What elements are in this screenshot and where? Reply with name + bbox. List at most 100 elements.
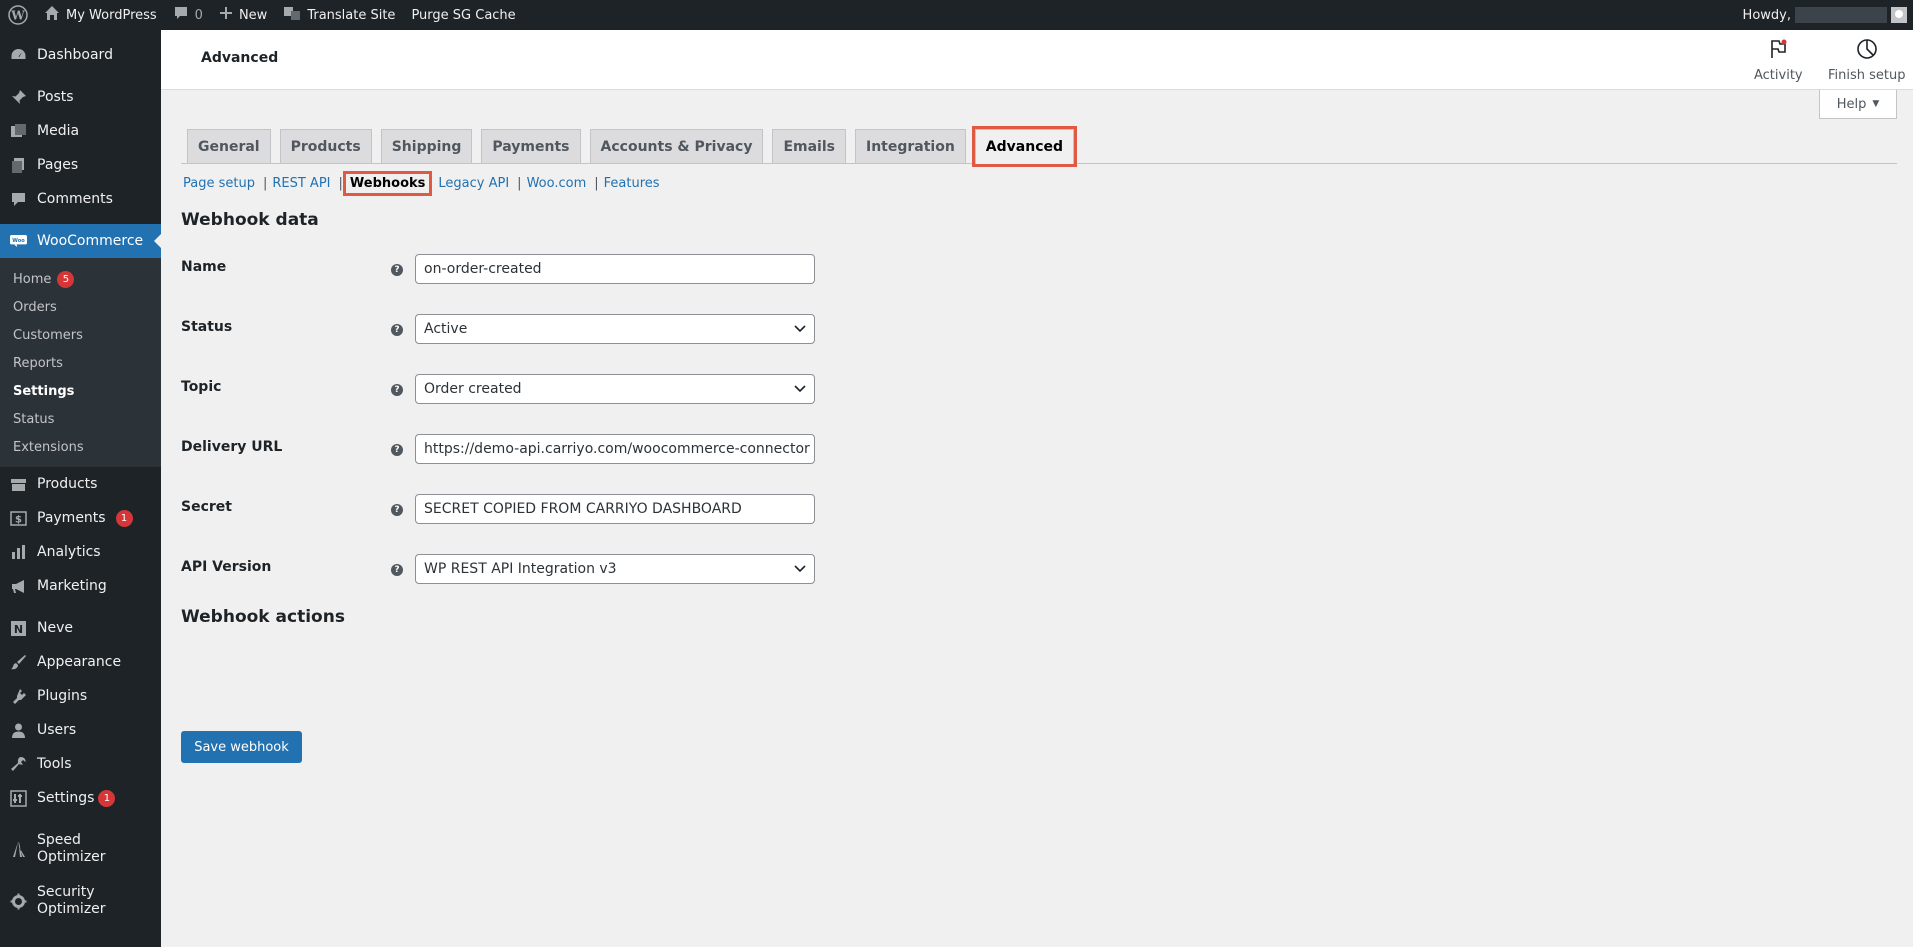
menu-marketing[interactable]: Marketing: [0, 569, 161, 603]
menu-dashboard[interactable]: Dashboard: [0, 38, 161, 72]
new-label: New: [238, 7, 268, 23]
comments-link[interactable]: 0: [165, 0, 211, 30]
menu-comments[interactable]: Comments: [0, 182, 161, 216]
submenu-home-label: Home: [13, 271, 52, 287]
submenu-orders-label: Orders: [13, 299, 57, 315]
topic-select[interactable]: Order created: [415, 374, 815, 404]
menu-woocommerce[interactable]: Woo WooCommerce: [0, 224, 162, 258]
bar-chart-icon: [10, 544, 27, 561]
save-webhook-button[interactable]: Save webhook: [181, 731, 302, 763]
subnav-features[interactable]: Features: [602, 174, 662, 193]
help-tip-icon[interactable]: ?: [391, 264, 403, 276]
tab-emails[interactable]: Emails: [772, 129, 846, 163]
menu-pages-label: Pages: [37, 157, 79, 173]
menu-products-label: Products: [37, 476, 98, 492]
api-version-select[interactable]: WP REST API Integration v3: [415, 554, 815, 584]
menu-payments[interactable]: $ Payments 1: [0, 501, 161, 535]
topic-value: Order created: [424, 381, 522, 397]
subnav-page-setup[interactable]: Page setup: [181, 174, 257, 193]
help-tip-icon[interactable]: ?: [391, 564, 403, 576]
finish-setup-label: Finish setup: [1828, 68, 1906, 83]
tab-payments[interactable]: Payments: [481, 129, 581, 163]
chevron-down-icon: [794, 381, 806, 397]
activity-label: Activity: [1754, 68, 1803, 83]
menu-users[interactable]: Users: [0, 713, 161, 747]
help-tip-icon[interactable]: ?: [391, 324, 403, 336]
tab-integration[interactable]: Integration: [854, 129, 966, 163]
translate-label: Translate Site: [307, 7, 396, 23]
purge-label: Purge SG Cache: [411, 7, 516, 23]
help-tip-icon[interactable]: ?: [391, 504, 403, 516]
menu-tools[interactable]: Tools: [0, 747, 161, 781]
translate-site-link[interactable]: Translate Site: [275, 0, 403, 30]
help-tip-icon[interactable]: ?: [391, 384, 403, 396]
payments-count-badge: 1: [115, 509, 133, 527]
menu-appearance[interactable]: Appearance: [0, 645, 161, 679]
menu-pages[interactable]: Pages: [0, 148, 161, 182]
menu-security-optimizer[interactable]: Security Optimizer: [0, 875, 161, 927]
help-button[interactable]: Help ▼: [1819, 90, 1897, 119]
megaphone-icon: [10, 578, 27, 595]
name-input[interactable]: on-order-created: [415, 254, 815, 284]
menu-products[interactable]: Products: [0, 467, 161, 501]
subnav-separator: |: [262, 176, 268, 191]
new-content-link[interactable]: New: [211, 0, 275, 30]
site-name-link[interactable]: My WordPress: [36, 0, 165, 30]
menu-settings[interactable]: Settings 1: [0, 781, 161, 815]
tab-shipping[interactable]: Shipping: [380, 129, 473, 163]
delivery-url-row: Delivery URL ? https://demo-api.carriyo.…: [181, 427, 1897, 487]
submenu-settings[interactable]: Settings: [0, 377, 161, 405]
media-icon: [10, 123, 27, 140]
woocommerce-icon: Woo: [10, 233, 27, 250]
menu-neve[interactable]: N Neve: [0, 611, 161, 645]
subnav-webhooks[interactable]: Webhooks: [342, 171, 433, 196]
menu-media[interactable]: Media: [0, 114, 161, 148]
menu-posts[interactable]: Posts: [0, 80, 161, 114]
menu-appearance-label: Appearance: [37, 654, 122, 670]
menu-media-label: Media: [37, 123, 80, 139]
tab-advanced[interactable]: Advanced: [971, 126, 1078, 167]
activity-button[interactable]: Activity: [1754, 38, 1803, 83]
neve-logo-icon: N: [10, 620, 27, 637]
menu-payments-label: Payments: [37, 510, 106, 526]
payments-icon: $: [10, 510, 27, 527]
name-label: Name: [181, 259, 227, 275]
help-tip-icon[interactable]: ?: [391, 444, 403, 456]
secret-input[interactable]: SECRET COPIED FROM CARRIYO DASHBOARD: [415, 494, 815, 524]
topic-row: Topic ? Order created: [181, 367, 1897, 427]
comment-icon: [173, 5, 189, 25]
security-label-line2: Optimizer: [37, 901, 106, 917]
wordpress-logo-icon[interactable]: W: [0, 0, 36, 30]
menu-woocommerce-label: WooCommerce: [37, 233, 144, 249]
menu-speed-optimizer[interactable]: Speed Optimizer: [0, 823, 161, 875]
subnav-legacy-api[interactable]: Legacy API: [436, 174, 511, 193]
purge-cache-link[interactable]: Purge SG Cache: [403, 0, 523, 30]
pages-icon: [10, 157, 27, 174]
subnav-woo-com[interactable]: Woo.com: [525, 174, 589, 193]
submenu-customers[interactable]: Customers: [0, 321, 161, 349]
menu-plugins[interactable]: Plugins: [0, 679, 161, 713]
my-account[interactable]: Howdy,: [1743, 0, 1913, 30]
submenu-status[interactable]: Status: [0, 405, 161, 433]
progress-circle-icon: [1856, 38, 1878, 64]
submenu-orders[interactable]: Orders: [0, 293, 161, 321]
api-version-value: WP REST API Integration v3: [424, 561, 617, 577]
menu-speed-optimizer-label: Speed Optimizer: [37, 832, 106, 866]
svg-text:Woo: Woo: [12, 238, 25, 244]
tab-general[interactable]: General: [187, 129, 271, 163]
delivery-url-input[interactable]: https://demo-api.carriyo.com/woocommerce…: [415, 434, 815, 464]
menu-analytics[interactable]: Analytics: [0, 535, 161, 569]
submenu-customers-label: Customers: [13, 327, 83, 343]
advanced-subnav: Page setup | REST API | Webhooks Legacy …: [181, 171, 1897, 196]
username-redacted: [1795, 7, 1887, 23]
submenu-extensions[interactable]: Extensions: [0, 433, 161, 461]
finish-setup-button[interactable]: Finish setup: [1828, 38, 1906, 83]
settings-count-badge: 1: [98, 789, 116, 807]
submenu-home[interactable]: Home 5: [0, 265, 161, 293]
status-select[interactable]: Active: [415, 314, 815, 344]
tab-products[interactable]: Products: [279, 129, 372, 163]
subnav-rest-api[interactable]: REST API: [270, 174, 332, 193]
tab-accounts-privacy[interactable]: Accounts & Privacy: [589, 129, 764, 163]
comments-count: 0: [194, 7, 203, 23]
submenu-reports[interactable]: Reports: [0, 349, 161, 377]
